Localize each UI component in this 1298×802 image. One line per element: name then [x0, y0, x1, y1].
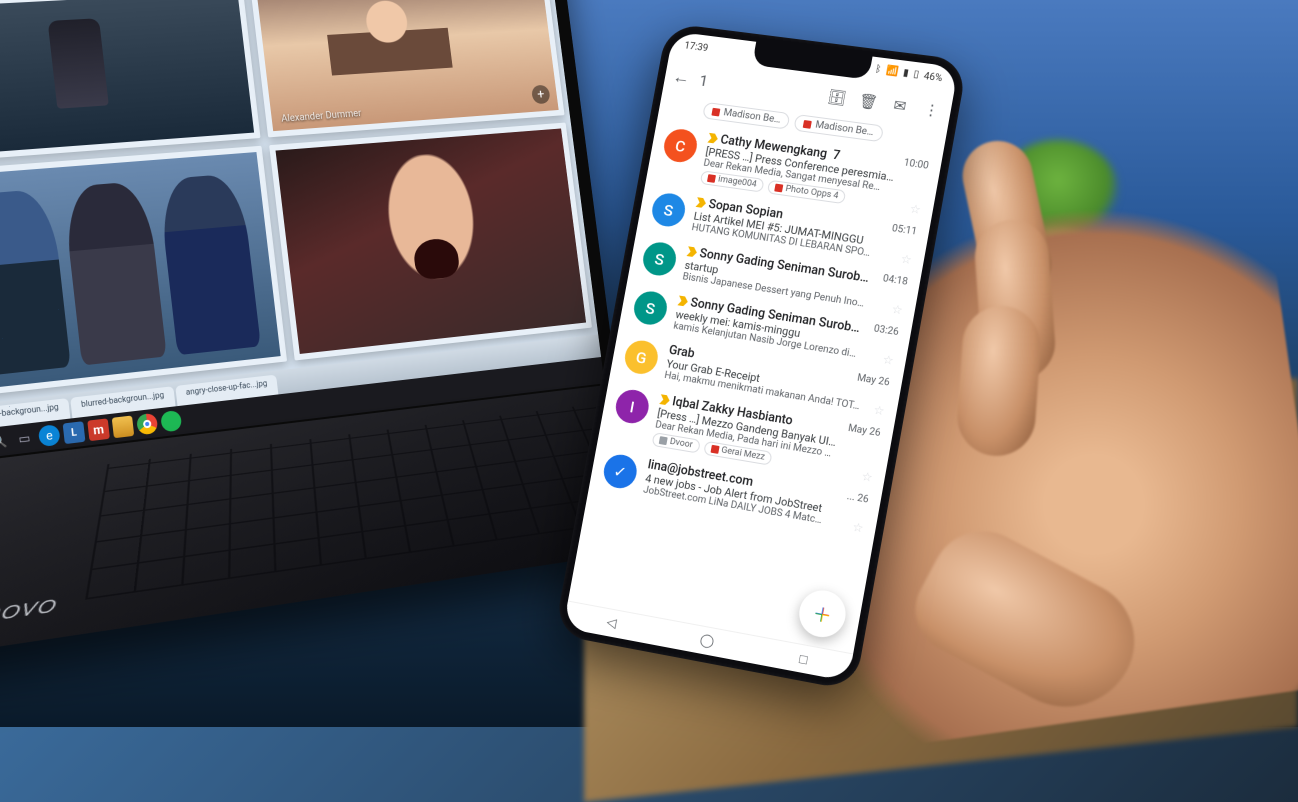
avatar[interactable]: S: [649, 191, 687, 228]
star-icon[interactable]: ☆: [851, 520, 864, 536]
chrome-icon[interactable]: [136, 413, 158, 436]
back-icon[interactable]: ←: [671, 66, 692, 88]
avatar[interactable]: ✓: [601, 452, 639, 491]
star-icon[interactable]: ☆: [882, 352, 895, 368]
thumb-caption: Alexander Dummer: [281, 108, 362, 124]
finger: [955, 303, 1043, 458]
avatar[interactable]: S: [640, 240, 678, 278]
task-view-icon[interactable]: ▭: [13, 427, 36, 450]
status-time: 17:39: [684, 40, 710, 54]
nav-recent-icon[interactable]: □: [798, 650, 809, 667]
app-m-icon[interactable]: m: [87, 418, 110, 441]
nav-home-icon[interactable]: ◯: [699, 632, 716, 649]
email-list[interactable]: C Cathy Mewengkang 7 [PRESS …] Press Con…: [588, 118, 942, 542]
thumb-3[interactable]: [0, 145, 287, 398]
spotify-icon[interactable]: [160, 410, 182, 433]
explorer-icon[interactable]: [112, 416, 135, 439]
thumb-1[interactable]: [0, 0, 260, 162]
avatar[interactable]: I: [613, 387, 651, 425]
scream-face: [354, 149, 511, 325]
overflow-icon[interactable]: ⋮: [919, 100, 944, 120]
avatar[interactable]: G: [622, 338, 660, 376]
star-icon[interactable]: ☆: [861, 469, 874, 485]
nav-back-icon[interactable]: ◁: [605, 615, 617, 631]
wifi-icon: 📶: [885, 66, 899, 77]
mail-icon[interactable]: ✉: [887, 96, 912, 116]
thumb-4[interactable]: [269, 122, 592, 360]
lenovo-icon[interactable]: L: [63, 421, 86, 444]
delete-icon[interactable]: 🗑: [856, 92, 881, 112]
avatar[interactable]: S: [631, 289, 669, 327]
important-icon: [686, 246, 697, 257]
edge-icon[interactable]: e: [38, 424, 61, 447]
search-icon[interactable]: 🔍: [0, 430, 11, 453]
important-icon: [659, 394, 670, 405]
battery-pct: 46%: [923, 71, 943, 84]
bluetooth-icon: ᛒ: [874, 65, 882, 75]
star-icon[interactable]: ☆: [891, 302, 904, 317]
laptop-brand: Lenovo: [0, 590, 60, 634]
signal-icon: ▮: [902, 68, 909, 78]
plus-icon: +: [812, 596, 834, 632]
thumb-2[interactable]: Alexander Dummer +: [250, 0, 565, 137]
compose-fab[interactable]: +: [796, 587, 850, 641]
important-icon: [695, 197, 706, 208]
star-icon[interactable]: ☆: [909, 202, 922, 217]
add-icon[interactable]: +: [531, 84, 551, 104]
selection-count: 1: [698, 70, 818, 104]
important-icon: [707, 133, 718, 144]
star-icon[interactable]: ☆: [900, 252, 913, 267]
battery-icon: ▯: [913, 70, 920, 80]
star-icon[interactable]: ☆: [872, 403, 885, 419]
important-icon: [677, 296, 688, 307]
avatar[interactable]: C: [661, 127, 699, 164]
archive-icon[interactable]: 🗄: [825, 87, 850, 107]
